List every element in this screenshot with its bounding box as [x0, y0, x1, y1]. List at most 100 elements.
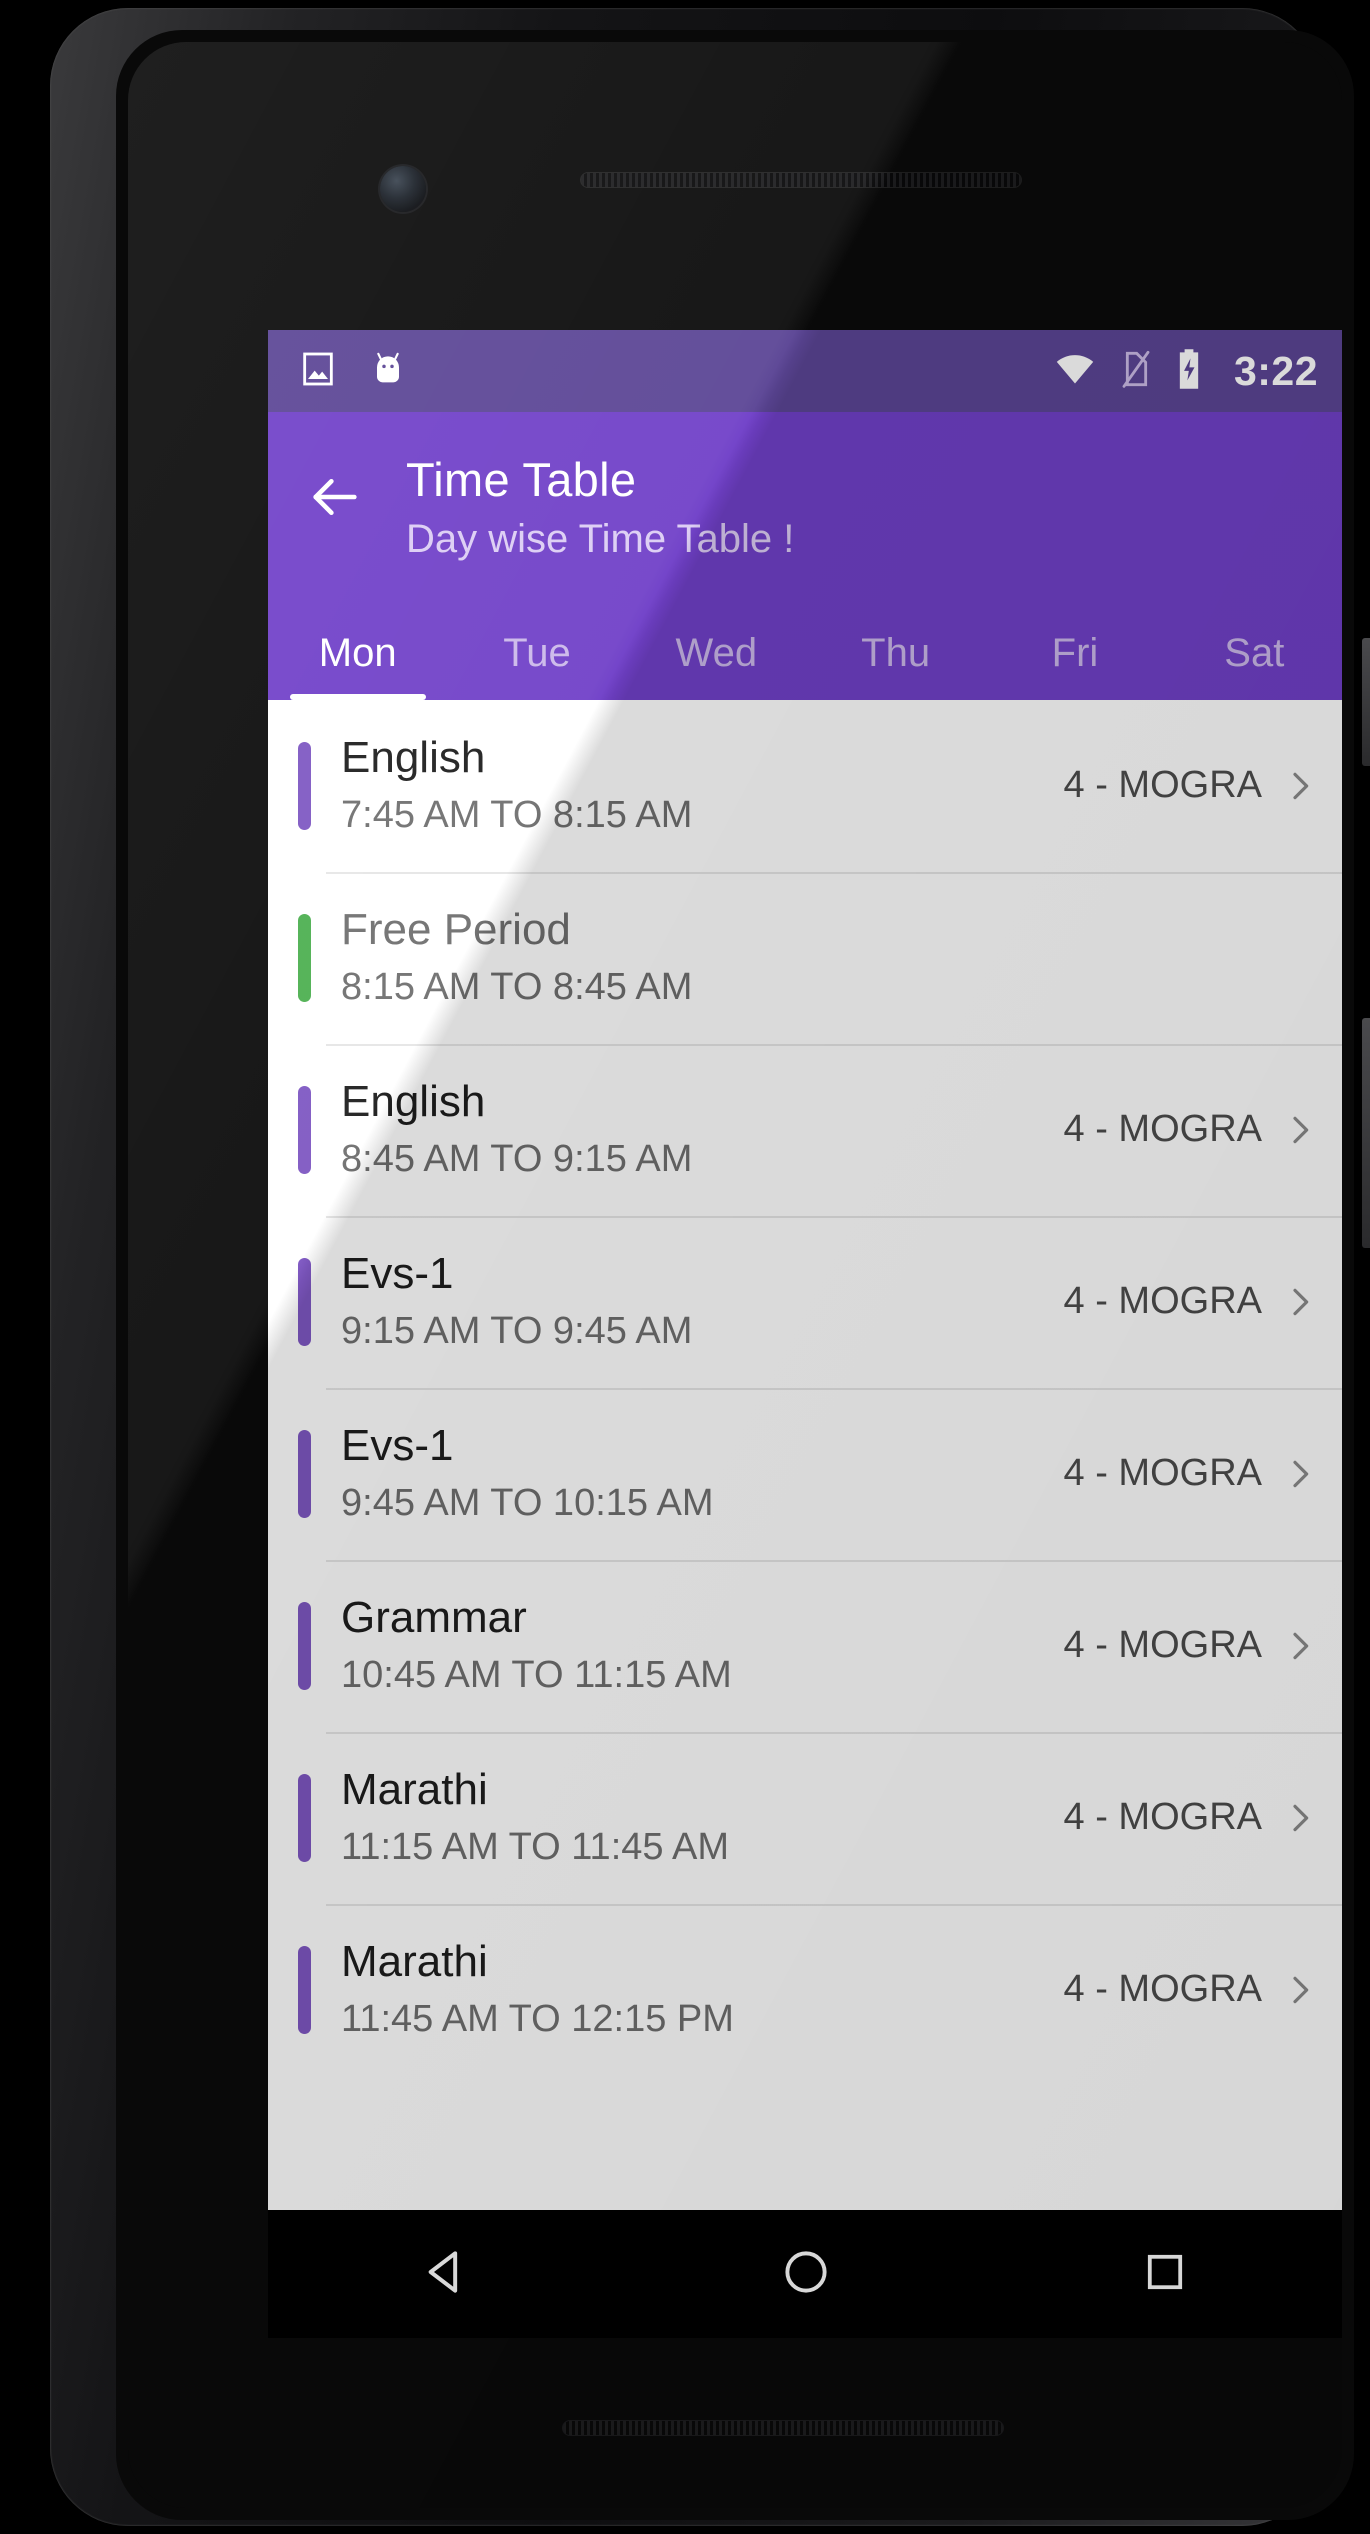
period-row[interactable]: Free Period 8:15 AM TO 8:45 AM — [268, 871, 1342, 1044]
volume-button[interactable] — [1362, 1018, 1370, 1248]
back-button[interactable] — [298, 462, 372, 536]
page-title: Time Table — [406, 453, 637, 506]
period-accent-bar — [298, 1429, 311, 1518]
period-texts: Evs-1 9:45 AM TO 10:15 AM — [341, 1420, 1054, 1527]
tab-tue[interactable]: Tue — [447, 605, 626, 700]
chevron-right-icon[interactable] — [1280, 1970, 1320, 2010]
period-accent-bar — [298, 1257, 311, 1346]
period-row[interactable]: Evs-1 9:15 AM TO 9:45 AM 4 - MOGRA — [268, 1215, 1342, 1388]
period-texts: Grammar 10:45 AM TO 11:15 AM — [341, 1592, 1054, 1699]
status-bar-system-icons: 3:22 — [1054, 347, 1318, 396]
period-row[interactable]: Evs-1 9:45 AM TO 10:15 AM 4 - MOGRA — [268, 1387, 1342, 1560]
period-class: 4 - MOGRA — [1063, 1968, 1262, 2011]
period-subject: Marathi — [341, 1765, 488, 1815]
phone-frame: 3:22 Time Table Day wise Time Table ! Mo… — [50, 8, 1370, 2526]
status-bar-notification-icons — [298, 349, 408, 394]
app-bar-titles: Time Table Day wise Time Table ! — [406, 453, 795, 563]
nav-home-circle-icon — [780, 2246, 832, 2303]
period-accent-bar — [298, 913, 311, 1002]
tab-mon[interactable]: Mon — [268, 605, 447, 700]
chevron-right-icon[interactable] — [1280, 1798, 1320, 1838]
period-accent-bar — [298, 1773, 311, 1862]
period-class: 4 - MOGRA — [1063, 1796, 1262, 1839]
period-time: 9:45 AM TO 10:15 AM — [341, 1482, 714, 1525]
nav-recents-square-icon — [1141, 2248, 1189, 2301]
sim-off-icon — [1114, 349, 1154, 394]
period-class: 4 - MOGRA — [1063, 1280, 1262, 1323]
navigation-bar — [268, 2210, 1342, 2338]
period-accent-bar — [298, 1085, 311, 1174]
power-button[interactable] — [1362, 638, 1370, 766]
period-texts: Marathi 11:15 AM TO 11:45 AM — [341, 1764, 1054, 1871]
wifi-icon — [1054, 348, 1096, 395]
tab-thu[interactable]: Thu — [806, 605, 985, 700]
period-list: English 7:45 AM TO 8:15 AM 4 - MOGRA Free P… — [268, 699, 1342, 2076]
period-row[interactable]: Marathi 11:45 AM TO 12:15 PM 4 - MOGRA — [268, 1903, 1342, 2076]
period-subject: Free Period — [341, 905, 571, 955]
period-row[interactable]: Grammar 10:45 AM TO 11:15 AM 4 - MOGRA — [268, 1559, 1342, 1732]
period-class: 4 - MOGRA — [1063, 1452, 1262, 1495]
period-accent-bar — [298, 1945, 311, 2034]
period-subject: Evs-1 — [341, 1421, 454, 1471]
chevron-right-icon[interactable] — [1280, 1282, 1320, 1322]
period-right-group: 4 - MOGRA — [1064, 764, 1320, 807]
period-accent-bar — [298, 741, 311, 830]
period-right-group: 4 - MOGRA — [1064, 1624, 1320, 1667]
android-bot-icon — [368, 349, 408, 394]
period-time: 10:45 AM TO 11:15 AM — [341, 1654, 732, 1697]
back-arrow-icon — [306, 468, 364, 531]
chevron-right-icon[interactable] — [1280, 1626, 1320, 1666]
front-camera — [380, 166, 426, 212]
period-class: 4 - MOGRA — [1063, 1624, 1262, 1667]
period-subject: Evs-1 — [341, 1249, 454, 1299]
status-bar-clock: 3:22 — [1233, 347, 1318, 394]
period-row[interactable]: Marathi 11:15 AM TO 11:45 AM 4 - MOGRA — [268, 1731, 1342, 1904]
nav-home-button[interactable] — [746, 2224, 866, 2324]
app-bar: Time Table Day wise Time Table ! Mon Tue… — [268, 412, 1342, 700]
battery-charging-icon — [1172, 347, 1206, 396]
period-time: 11:15 AM TO 11:45 AM — [341, 1826, 729, 1869]
day-tab-bar: Mon Tue Wed Thu Fri Sat — [268, 605, 1342, 700]
chevron-right-icon[interactable] — [1280, 1454, 1320, 1494]
app-bar-top-row: Time Table Day wise Time Table ! — [268, 453, 1342, 563]
chevron-right-icon[interactable] — [1280, 766, 1320, 806]
period-row[interactable]: English 7:45 AM TO 8:15 AM 4 - MOGRA — [268, 700, 1342, 872]
period-texts: Marathi 11:45 AM TO 12:15 PM — [341, 1936, 1054, 2043]
chevron-right-icon[interactable] — [1280, 1110, 1320, 1150]
period-right-group: 4 - MOGRA — [1064, 1796, 1320, 1839]
period-subject: Marathi — [341, 1937, 488, 1987]
period-accent-bar — [298, 1601, 311, 1690]
period-subject: Grammar — [341, 1593, 527, 1643]
phone-glass: 3:22 Time Table Day wise Time Table ! Mo… — [128, 42, 1342, 2508]
period-subject: English — [341, 733, 486, 783]
nav-recents-button[interactable] — [1105, 2224, 1225, 2324]
period-right-group: 4 - MOGRA — [1064, 1280, 1320, 1323]
period-texts: Free Period 8:15 AM TO 8:45 AM — [341, 904, 1320, 1011]
period-right-group: 4 - MOGRA — [1064, 1108, 1320, 1151]
period-texts: English 8:45 AM TO 9:15 AM — [341, 1076, 1054, 1183]
period-time: 7:45 AM TO 8:15 AM — [341, 794, 693, 837]
image-icon — [298, 349, 338, 394]
period-time: 11:45 AM TO 12:15 PM — [341, 1998, 734, 2041]
period-time: 8:15 AM TO 8:45 AM — [341, 966, 693, 1009]
period-right-group: 4 - MOGRA — [1064, 1452, 1320, 1495]
tab-sat[interactable]: Sat — [1165, 605, 1342, 700]
period-row[interactable]: English 8:45 AM TO 9:15 AM 4 - MOGRA — [268, 1043, 1342, 1216]
period-texts: Evs-1 9:15 AM TO 9:45 AM — [341, 1248, 1054, 1355]
period-time: 9:15 AM TO 9:45 AM — [341, 1310, 693, 1353]
phone-screen: 3:22 Time Table Day wise Time Table ! Mo… — [268, 330, 1342, 2338]
period-texts: English 7:45 AM TO 8:15 AM — [341, 732, 1054, 839]
bottom-speaker-grille — [562, 2420, 1004, 2436]
period-class: 4 - MOGRA — [1063, 764, 1262, 807]
period-time: 8:45 AM TO 9:15 AM — [341, 1138, 693, 1181]
period-class: 4 - MOGRA — [1063, 1108, 1262, 1151]
nav-back-button[interactable] — [387, 2224, 507, 2324]
nav-back-triangle-icon — [419, 2244, 475, 2305]
tab-wed[interactable]: Wed — [627, 605, 806, 700]
page-subtitle: Day wise Time Table ! — [406, 516, 795, 561]
period-right-group: 4 - MOGRA — [1064, 1968, 1320, 2011]
period-subject: English — [341, 1077, 486, 1127]
status-bar: 3:22 — [268, 330, 1342, 412]
tab-fri[interactable]: Fri — [985, 605, 1164, 700]
earpiece-speaker-grille — [580, 172, 1022, 188]
